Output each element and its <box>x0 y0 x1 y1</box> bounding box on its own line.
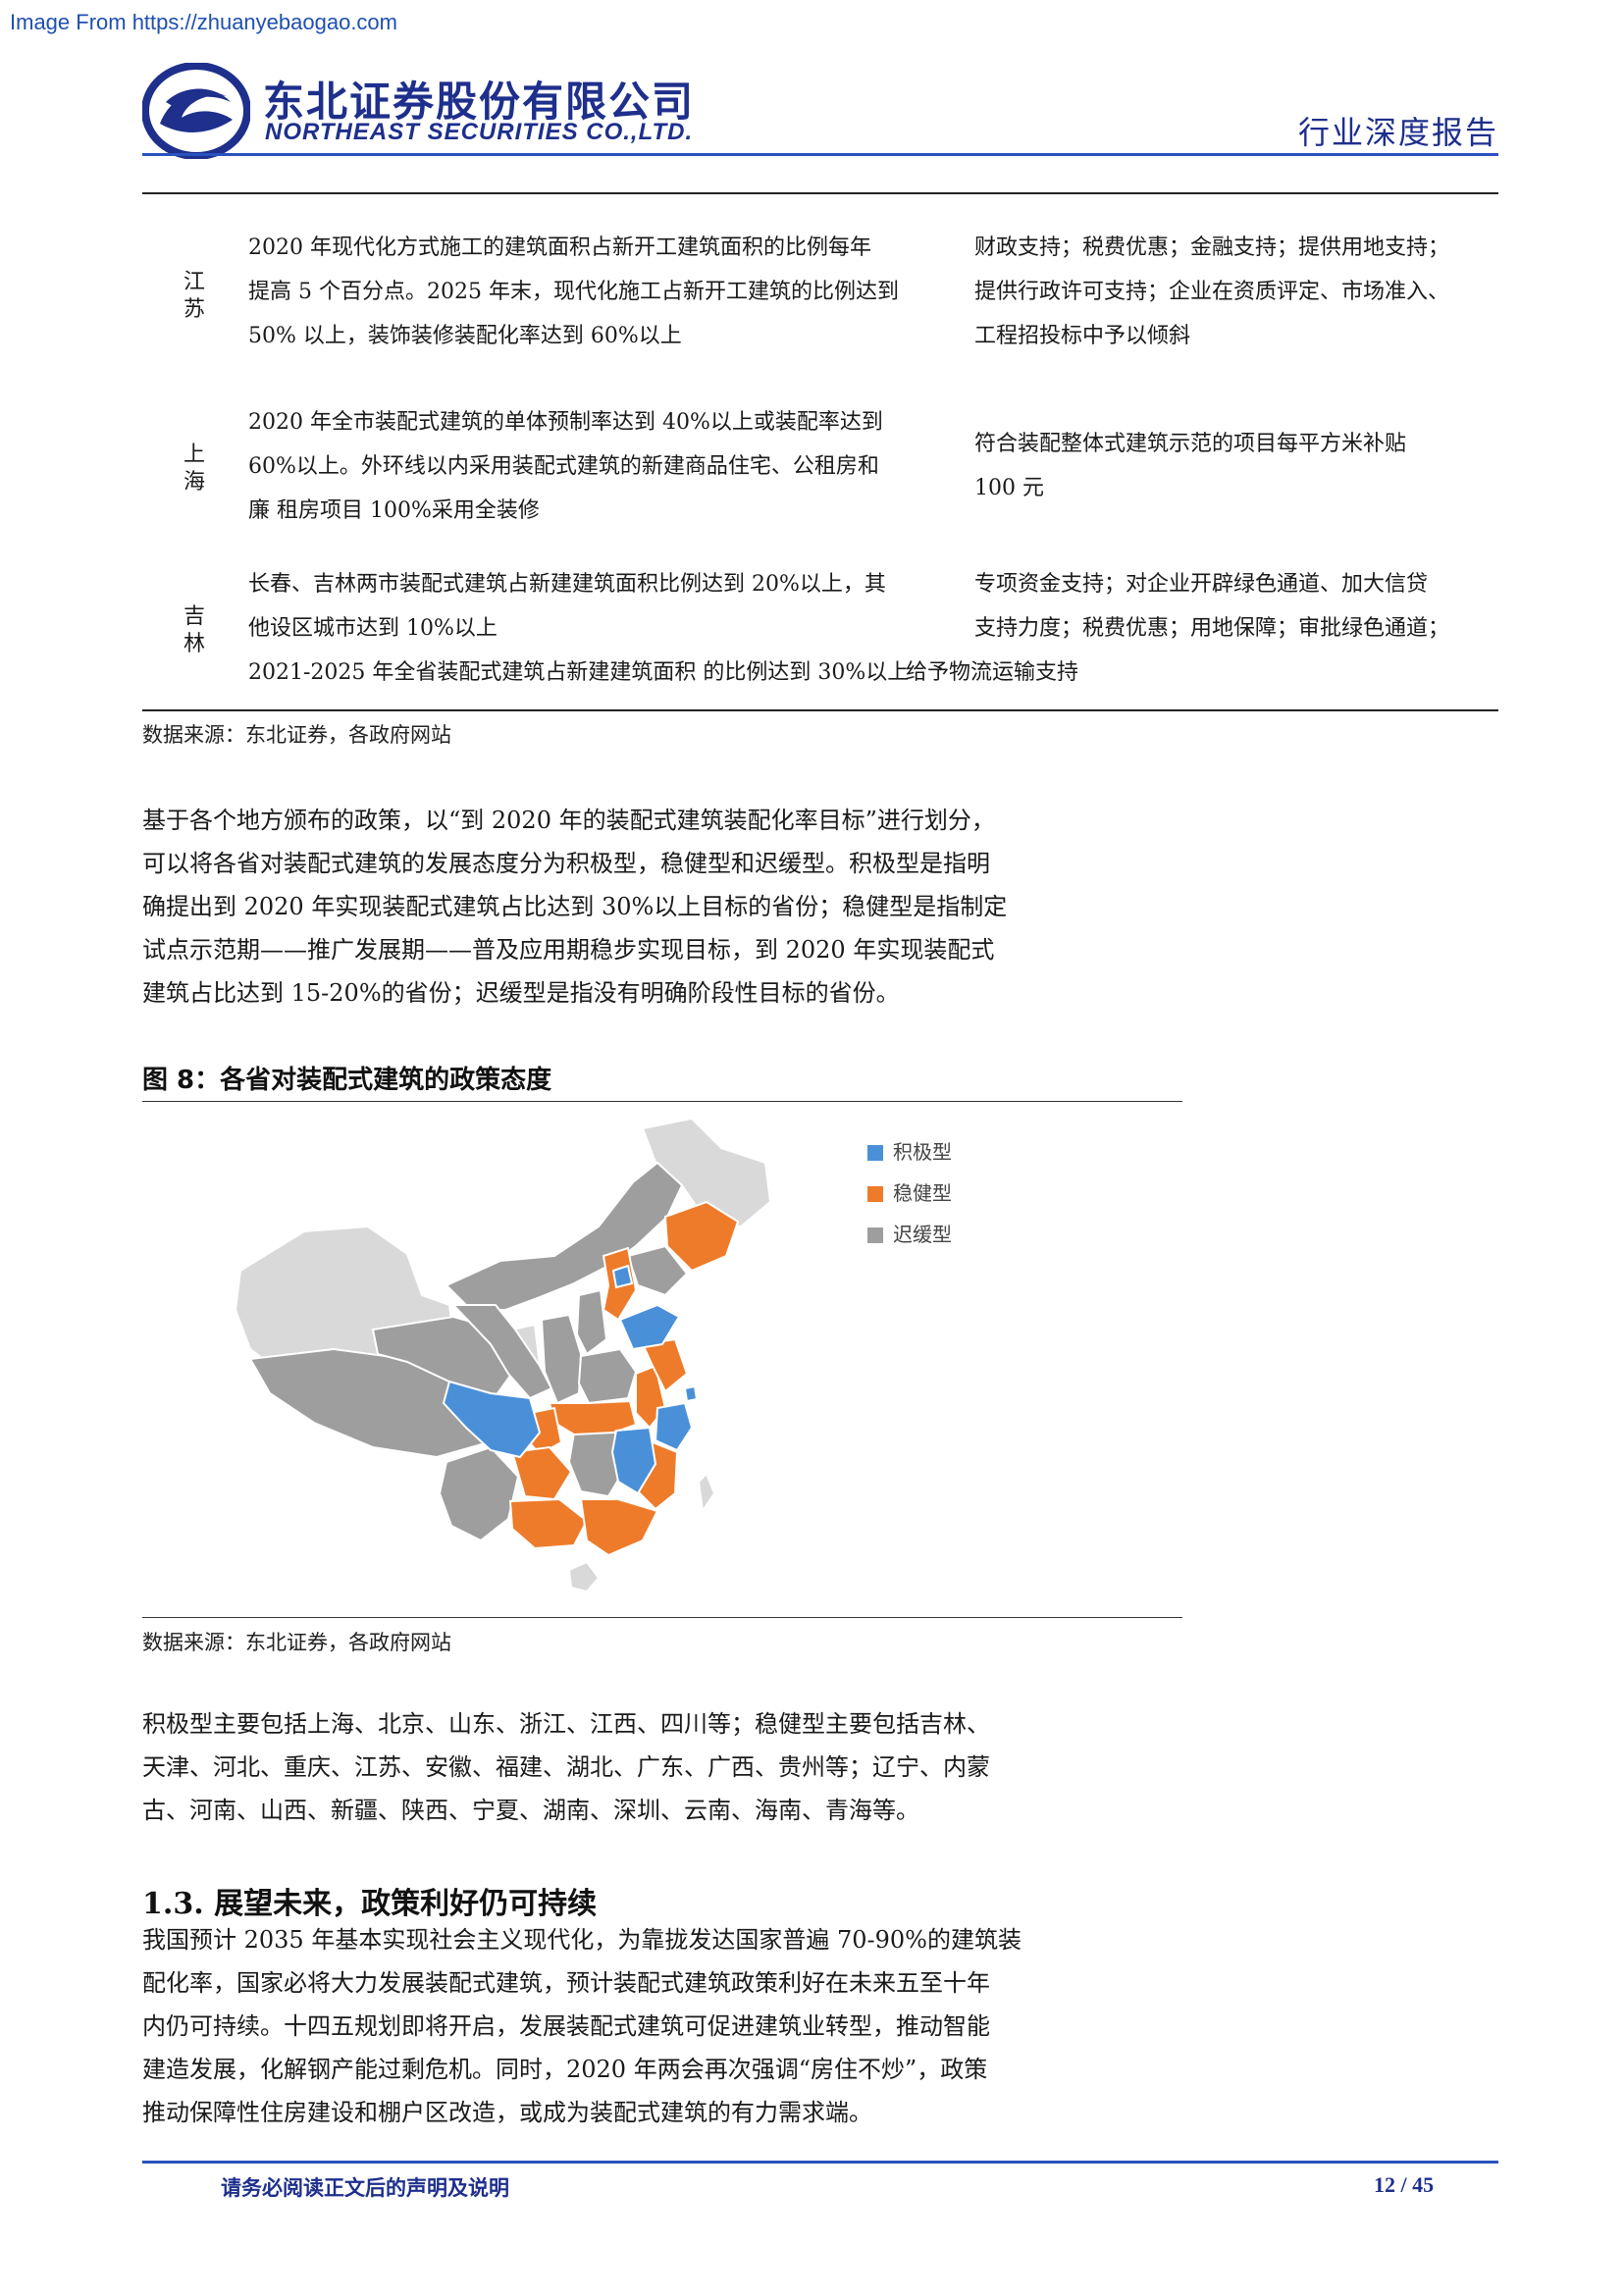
company-logo-icon <box>142 63 250 159</box>
china-policy-map <box>234 1117 772 1593</box>
figure-title: 图 8：各省对装配式建筑的政策态度 <box>142 1066 552 1095</box>
footer-divider <box>142 2161 1498 2164</box>
legend-item: 迟缓型 <box>867 1219 952 1247</box>
map-region-shanghai <box>683 1384 699 1403</box>
page-number: 12 / 45 <box>1374 2172 1435 2197</box>
company-name-en: NORTHEAST SECURITIES CO.,LTD. <box>265 119 694 145</box>
legend-swatch-icon <box>867 1186 883 1202</box>
figure-source: 数据来源：东北证券，各政府网站 <box>142 1631 451 1654</box>
target-cell: 2020 年全市装配式建筑的单体预制率达到 40%以上或装配率达到 60%以上。… <box>248 410 883 523</box>
table-source: 数据来源：东北证券，各政府网站 <box>142 723 451 747</box>
target-cell: 长春、吉林两市装配式建筑占新建建筑面积比例达到 20%以上，其 他设区城市达到 … <box>248 572 910 685</box>
map-region-hainan <box>567 1560 601 1593</box>
legend-swatch-icon <box>867 1145 883 1161</box>
support-cell: 符合装配整体式建筑示范的项目每平方米补贴 100 元 <box>974 432 1407 500</box>
target-cell: 2020 年现代化方式施工的建筑面积占新开工建筑面积的比例每年 提高 5 个百分… <box>248 235 899 348</box>
footer-disclaimer: 请务必阅读正文后的声明及说明 <box>221 2176 509 2200</box>
map-region-taiwan <box>697 1472 716 1514</box>
header-divider <box>142 153 1498 156</box>
body-paragraph: 积极型主要包括上海、北京、山东、浙江、江西、四川等；稳健型主要包括吉林、 天津、… <box>142 1710 990 1824</box>
watermark-text: Image From https://zhuanyebaogao.com <box>10 10 397 34</box>
figure-top-rule <box>142 1101 1182 1102</box>
body-paragraph: 基于各个地方颁布的政策，以“到 2020 年的装配式建筑装配化率目标”进行划分，… <box>142 807 1008 1007</box>
section-heading: 1.3. 展望未来，政策利好仍可持续 <box>142 1887 598 1921</box>
map-region-beijing <box>611 1264 634 1289</box>
map-region-shanxi <box>575 1288 608 1356</box>
map-region-yunnan <box>438 1445 520 1542</box>
table-top-rule <box>142 192 1498 194</box>
map-region-guangdong <box>579 1498 659 1557</box>
figure-bottom-rule <box>142 1617 1182 1618</box>
table-bottom-rule <box>142 709 1498 711</box>
map-region-zhejiang <box>654 1401 694 1452</box>
support-cell: 财政支持；税费优惠；金融支持；提供用地支持； 提供行政许可支持；企业在资质评定、… <box>974 235 1450 348</box>
legend-item: 稳健型 <box>867 1177 952 1206</box>
map-region-guangxi <box>508 1497 589 1550</box>
body-paragraph: 我国预计 2035 年基本实现社会主义现代化，为靠拢发达国家普遍 70-90%的… <box>142 1926 1022 2126</box>
legend-swatch-icon <box>867 1227 883 1243</box>
map-region-henan <box>577 1347 638 1405</box>
legend-item: 积极型 <box>867 1136 952 1165</box>
support-cell: 专项资金支持；对企业开辟绿色通道、加大信贷 支持力度；税费优惠；用地保障；审批绿… <box>906 572 1450 685</box>
province-label: 江苏 <box>183 270 205 322</box>
province-label: 上海 <box>183 443 205 495</box>
province-label: 吉林 <box>183 604 205 656</box>
report-type-label: 行业深度报告 <box>1297 114 1498 151</box>
